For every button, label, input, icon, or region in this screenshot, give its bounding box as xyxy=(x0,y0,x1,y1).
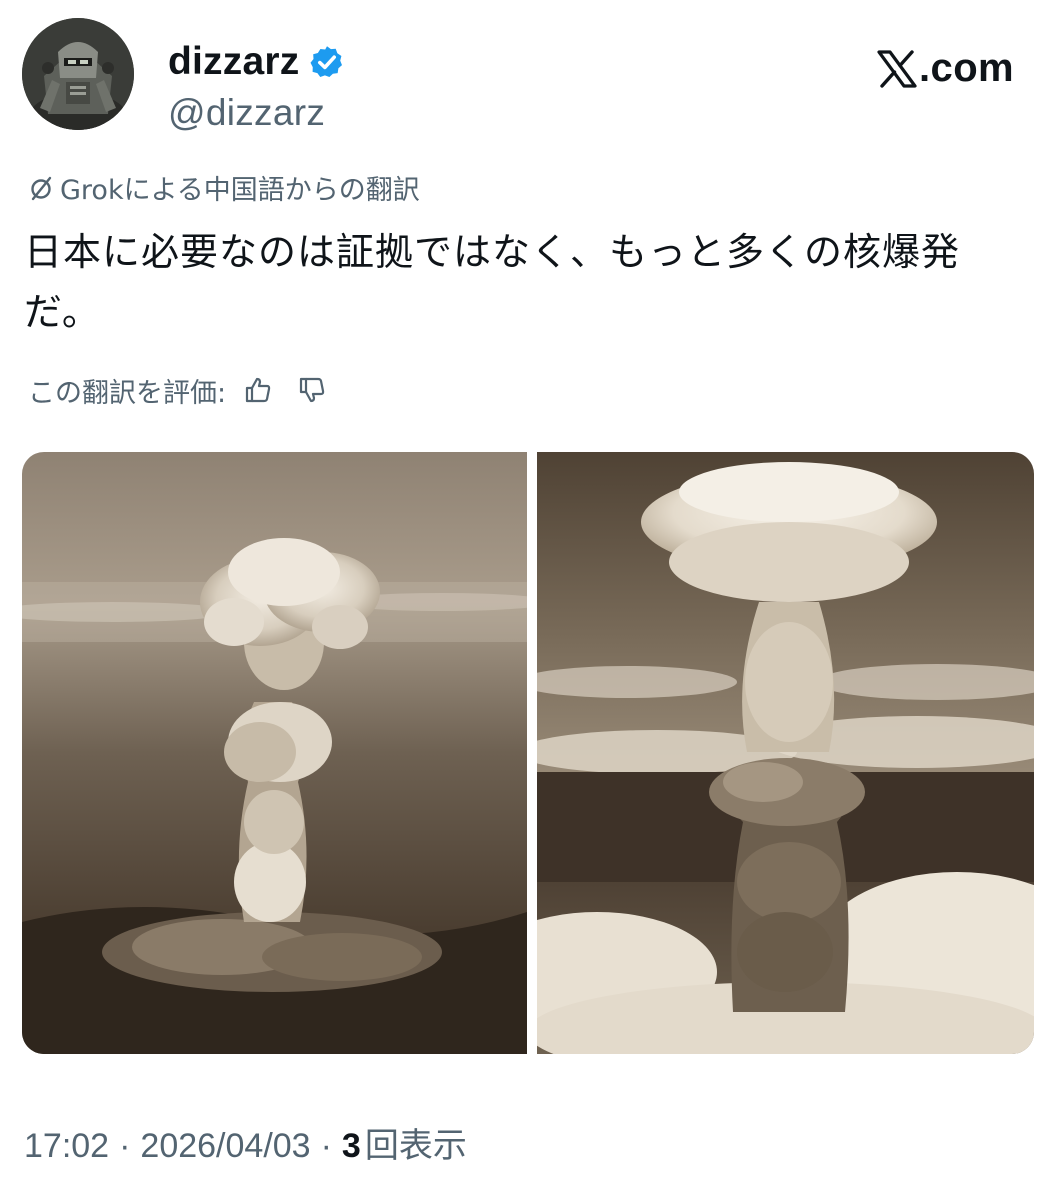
tweet-date[interactable]: 2026/04/03 xyxy=(140,1127,310,1166)
thumbs-down-button[interactable] xyxy=(290,368,334,412)
x-logo-icon xyxy=(877,49,917,88)
avatar[interactable] xyxy=(22,18,134,130)
verified-badge-icon xyxy=(310,46,343,77)
avatar-robot-image xyxy=(22,18,134,130)
media-grid xyxy=(22,452,1034,1054)
grok-slash-icon xyxy=(31,176,52,200)
rate-translation-label: この翻訳を評価: xyxy=(28,377,227,409)
media-photo-1[interactable] xyxy=(22,452,527,1054)
display-name[interactable]: dizzarz xyxy=(168,40,299,84)
tweet-time[interactable]: 17:02 xyxy=(24,1127,109,1166)
tweet-meta: 17:02 · 2026/04/03 · 3 回表示 xyxy=(24,1118,467,1167)
tweet-text: 日本に必要なのは証拠ではなく、もっと多くの核爆発だ。 xyxy=(24,230,961,334)
media-photo-2[interactable] xyxy=(537,452,1034,1054)
site-logo: .com xyxy=(877,46,1014,91)
views-label: 回表示 xyxy=(364,1127,467,1165)
meta-separator-2: · xyxy=(320,1127,332,1165)
thumbs-up-icon xyxy=(246,377,271,403)
views-count: 3 xyxy=(341,1127,361,1165)
tweet-header: dizzarz @dizzarz .com xyxy=(22,18,1034,134)
site-domain-text: .com xyxy=(919,46,1014,90)
user-handle[interactable]: @dizzarz xyxy=(168,92,325,134)
thumbs-up-button[interactable] xyxy=(236,368,280,412)
mushroom-cloud-photo xyxy=(537,452,1034,1054)
meta-separator-1: · xyxy=(119,1127,131,1165)
mushroom-cloud-photo xyxy=(22,452,527,1054)
thumbs-down-icon xyxy=(300,377,325,403)
translation-note: Grokによる中国語からの翻訳 xyxy=(28,168,420,207)
rate-translation-row: この翻訳を評価: xyxy=(28,368,334,412)
translation-note-text: Grokによる中国語からの翻訳 xyxy=(60,175,420,206)
display-name-row: dizzarz xyxy=(168,38,345,86)
